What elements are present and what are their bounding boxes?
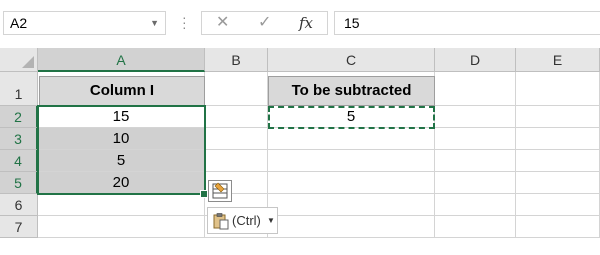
- paste-options-label: (Ctrl): [232, 213, 261, 228]
- column-header-a[interactable]: A: [38, 48, 205, 72]
- cell-b2[interactable]: [205, 106, 268, 128]
- column-header-d[interactable]: D: [435, 48, 516, 72]
- row-header-1[interactable]: 1: [0, 72, 38, 106]
- row-header-3[interactable]: 3: [0, 128, 38, 150]
- cell-e1[interactable]: [516, 72, 600, 106]
- cell-c5[interactable]: [268, 172, 435, 194]
- cell-c6[interactable]: [268, 194, 435, 216]
- name-box-value: A2: [10, 15, 28, 31]
- chevron-down-icon[interactable]: ▼: [150, 12, 159, 34]
- cell-b3[interactable]: [205, 128, 268, 150]
- fill-handle[interactable]: [200, 190, 208, 198]
- name-box[interactable]: A2 ▼: [3, 11, 166, 35]
- fx-icon[interactable]: fx: [299, 12, 313, 34]
- cell-b1[interactable]: [205, 72, 268, 106]
- more-options-icon: · · ·: [182, 9, 187, 35]
- cell-d6[interactable]: [435, 194, 516, 216]
- cell-c2[interactable]: 5: [268, 106, 435, 128]
- cell-c1[interactable]: To be subtracted: [268, 76, 435, 106]
- formula-input[interactable]: 15: [334, 11, 600, 35]
- row-header-2[interactable]: 2: [0, 106, 38, 128]
- cell-d5[interactable]: [435, 172, 516, 194]
- cell-c4[interactable]: [268, 150, 435, 172]
- check-icon[interactable]: ✓: [258, 12, 271, 34]
- cell-a4[interactable]: 5: [38, 150, 205, 172]
- formula-bar-buttons: ✕ ✓ fx: [201, 11, 328, 35]
- row-header-7[interactable]: 7: [0, 216, 38, 238]
- row-header-5[interactable]: 5: [0, 172, 38, 194]
- cell-e5[interactable]: [516, 172, 600, 194]
- cell-a6[interactable]: [38, 194, 205, 216]
- cell-a5[interactable]: 20: [38, 172, 205, 194]
- column-header-b[interactable]: B: [205, 48, 268, 72]
- column-header-e[interactable]: E: [516, 48, 600, 72]
- close-icon[interactable]: ✕: [216, 12, 229, 34]
- cell-e6[interactable]: [516, 194, 600, 216]
- row-header-4[interactable]: 4: [0, 150, 38, 172]
- cell-e2[interactable]: [516, 106, 600, 128]
- cell-a1[interactable]: Column I: [39, 76, 205, 106]
- cell-e7[interactable]: [516, 216, 600, 238]
- chevron-down-icon: ▼: [267, 216, 275, 225]
- cell-e4[interactable]: [516, 150, 600, 172]
- cell-a7[interactable]: [38, 216, 205, 238]
- cell-e3[interactable]: [516, 128, 600, 150]
- cell-b4[interactable]: [205, 150, 268, 172]
- cell-d4[interactable]: [435, 150, 516, 172]
- cell-c7[interactable]: [268, 216, 435, 238]
- quick-analysis-icon[interactable]: [208, 180, 232, 202]
- cell-a2[interactable]: 15: [38, 106, 205, 128]
- cell-d1[interactable]: [435, 72, 516, 106]
- cell-d7[interactable]: [435, 216, 516, 238]
- paste-options-button[interactable]: (Ctrl) ▼: [207, 207, 278, 234]
- formula-bar: A2 ▼ · · · ✕ ✓ fx 15: [0, 0, 600, 48]
- cell-d3[interactable]: [435, 128, 516, 150]
- row-header-6[interactable]: 6: [0, 194, 38, 216]
- clipboard-icon: [212, 212, 230, 238]
- cell-d2[interactable]: [435, 106, 516, 128]
- cell-a3[interactable]: 10: [38, 128, 205, 150]
- column-header-c[interactable]: C: [268, 48, 435, 72]
- cell-c3[interactable]: [268, 128, 435, 150]
- select-all-button[interactable]: [0, 48, 38, 72]
